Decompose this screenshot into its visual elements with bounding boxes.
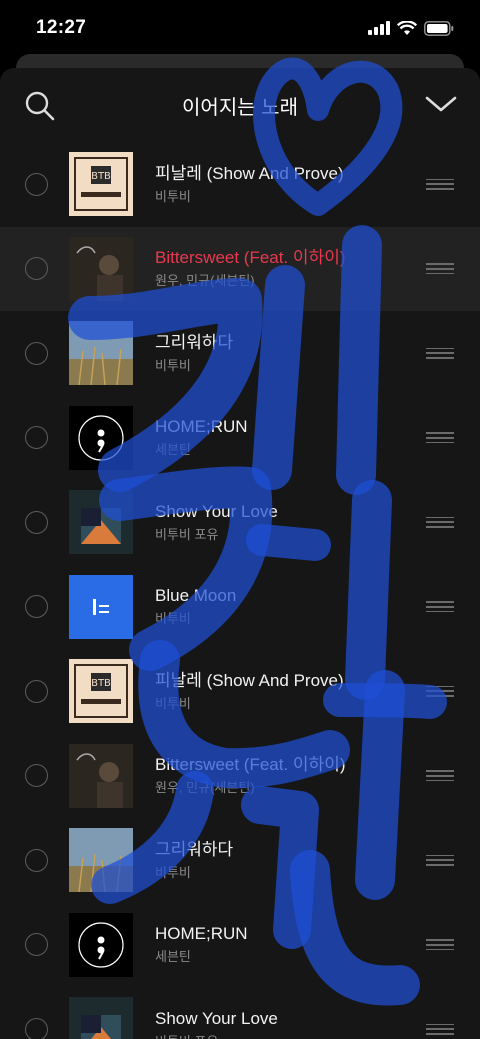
album-cover xyxy=(69,997,133,1039)
status-time: 12:27 xyxy=(36,17,87,38)
track-artist: 비투비 xyxy=(155,357,191,373)
battery-icon xyxy=(424,20,454,36)
select-checkbox[interactable] xyxy=(25,1017,48,1039)
track-title: HOME;RUN xyxy=(155,417,248,437)
album-cover xyxy=(69,574,133,639)
album-cover xyxy=(69,236,133,301)
svg-text:BTB: BTB xyxy=(91,678,111,689)
album-cover xyxy=(69,490,133,555)
track-title: Blue Moon xyxy=(155,586,237,606)
album-cover: BTB xyxy=(69,659,133,724)
track-title: HOME;RUN xyxy=(155,924,248,944)
select-checkbox[interactable] xyxy=(25,764,48,788)
signal-bars-icon xyxy=(368,21,390,35)
track-info: Bittersweet (Feat. 이하이) 원우, 민규(세븐틴) xyxy=(155,734,346,819)
track-title: 그리워하다 xyxy=(155,332,234,352)
track-info: 그리워하다비투비 xyxy=(155,311,233,396)
track-info: Blue Moon 비투비 xyxy=(155,565,236,650)
track-title: 피날레 (Show And Prove) xyxy=(155,163,344,183)
track-info: 피날레 (Show And Prove) 비투비 xyxy=(155,142,344,227)
drag-handle-icon[interactable] xyxy=(426,347,454,359)
track-artist: 세븐틴 xyxy=(155,949,191,965)
track-row[interactable]: Show Your Love 비투비 포유 xyxy=(0,987,480,1039)
track-info: 그리워하다비투비 xyxy=(155,818,233,903)
track-artist: 비투비 xyxy=(155,695,191,711)
drag-handle-icon[interactable] xyxy=(426,432,454,444)
track-info: Show Your Love 비투비 포유 xyxy=(155,480,278,565)
page-title: 이어지는 노래 xyxy=(182,96,298,119)
track-row[interactable]: BTB 피날레 (Show And Prove) 비투비 xyxy=(0,142,480,227)
drag-handle-icon[interactable] xyxy=(426,770,454,782)
track-row[interactable]: 그리워하다비투비 xyxy=(0,311,480,396)
queue-header: 이어지는 노래 xyxy=(0,68,480,142)
track-row[interactable]: Blue Moon 비투비 xyxy=(0,565,480,650)
album-cover xyxy=(69,912,133,977)
select-checkbox[interactable] xyxy=(25,510,48,534)
drag-handle-icon[interactable] xyxy=(426,601,454,613)
track-row[interactable]: 그리워하다비투비 xyxy=(0,818,480,903)
status-icons xyxy=(368,20,454,36)
track-title: 피날레 (Show And Prove) xyxy=(155,670,344,690)
track-row[interactable]: Bittersweet (Feat. 이하이) 원우, 민규(세븐틴) xyxy=(0,734,480,819)
drag-handle-icon[interactable] xyxy=(426,685,454,697)
track-title: Show Your Love xyxy=(155,501,278,521)
album-cover xyxy=(69,321,133,386)
track-artist: 비투비 포유 xyxy=(155,526,219,542)
track-row[interactable]: HOME;RUN 세븐틴 xyxy=(0,396,480,481)
album-cover xyxy=(69,828,133,893)
track-title: Bittersweet (Feat. 이하이) xyxy=(155,755,346,775)
track-row[interactable]: Bittersweet (Feat. 이하이) 원우, 민규(세븐틴) xyxy=(0,226,480,312)
drag-handle-icon[interactable] xyxy=(426,854,454,866)
svg-text:BTB: BTB xyxy=(91,171,111,182)
track-title: Bittersweet (Feat. 이하이) xyxy=(155,248,346,268)
drag-handle-icon[interactable] xyxy=(426,939,454,951)
drag-handle-icon[interactable] xyxy=(426,263,454,275)
track-info: Show Your Love 비투비 포유 xyxy=(155,987,278,1039)
chevron-down-icon[interactable] xyxy=(424,94,458,116)
track-row[interactable]: Show Your Love 비투비 포유 xyxy=(0,480,480,565)
track-artist: 비투비 xyxy=(155,864,191,880)
select-checkbox[interactable] xyxy=(25,933,48,957)
drag-handle-icon[interactable] xyxy=(426,516,454,528)
select-checkbox[interactable] xyxy=(25,426,48,450)
select-checkbox[interactable] xyxy=(25,172,48,196)
album-cover xyxy=(69,743,133,808)
track-artist: 원우, 민규(세븐틴) xyxy=(155,780,255,796)
album-cover: BTB xyxy=(69,152,133,217)
track-artist: 세븐틴 xyxy=(155,442,191,458)
track-info: HOME;RUN 세븐틴 xyxy=(155,903,248,988)
track-artist: 비투비 포유 xyxy=(155,1033,278,1039)
select-checkbox[interactable] xyxy=(25,679,48,703)
track-title: Show Your Love xyxy=(155,1008,278,1028)
wifi-icon xyxy=(397,20,417,35)
search-icon[interactable] xyxy=(24,90,56,122)
select-checkbox[interactable] xyxy=(25,848,48,872)
track-row[interactable]: HOME;RUN 세븐틴 xyxy=(0,903,480,988)
queue-sheet: 이어지는 노래 BTB 피날레 (Show And Prove) 비투비 Bitter… xyxy=(0,68,480,1039)
track-list: BTB 피날레 (Show And Prove) 비투비 Bittersweet (F… xyxy=(0,142,480,1039)
track-row[interactable]: BTB 피날레 (Show And Prove) 비투비 xyxy=(0,649,480,734)
track-artist: 비투비 xyxy=(155,188,191,204)
track-artist: 비투비 xyxy=(155,611,191,627)
select-checkbox[interactable] xyxy=(25,341,48,365)
track-title: 그리워하다 xyxy=(155,839,234,859)
track-info: HOME;RUN 세븐틴 xyxy=(155,396,248,481)
select-checkbox[interactable] xyxy=(25,257,48,281)
status-bar: 12:27 xyxy=(0,0,480,56)
select-checkbox[interactable] xyxy=(25,595,48,619)
track-info: 피날레 (Show And Prove) 비투비 xyxy=(155,649,344,734)
album-cover xyxy=(69,405,133,470)
drag-handle-icon[interactable] xyxy=(426,178,454,190)
track-artist: 원우, 민규(세븐틴) xyxy=(155,273,255,289)
track-info: Bittersweet (Feat. 이하이) 원우, 민규(세븐틴) xyxy=(155,227,346,312)
drag-handle-icon[interactable] xyxy=(426,1023,454,1035)
